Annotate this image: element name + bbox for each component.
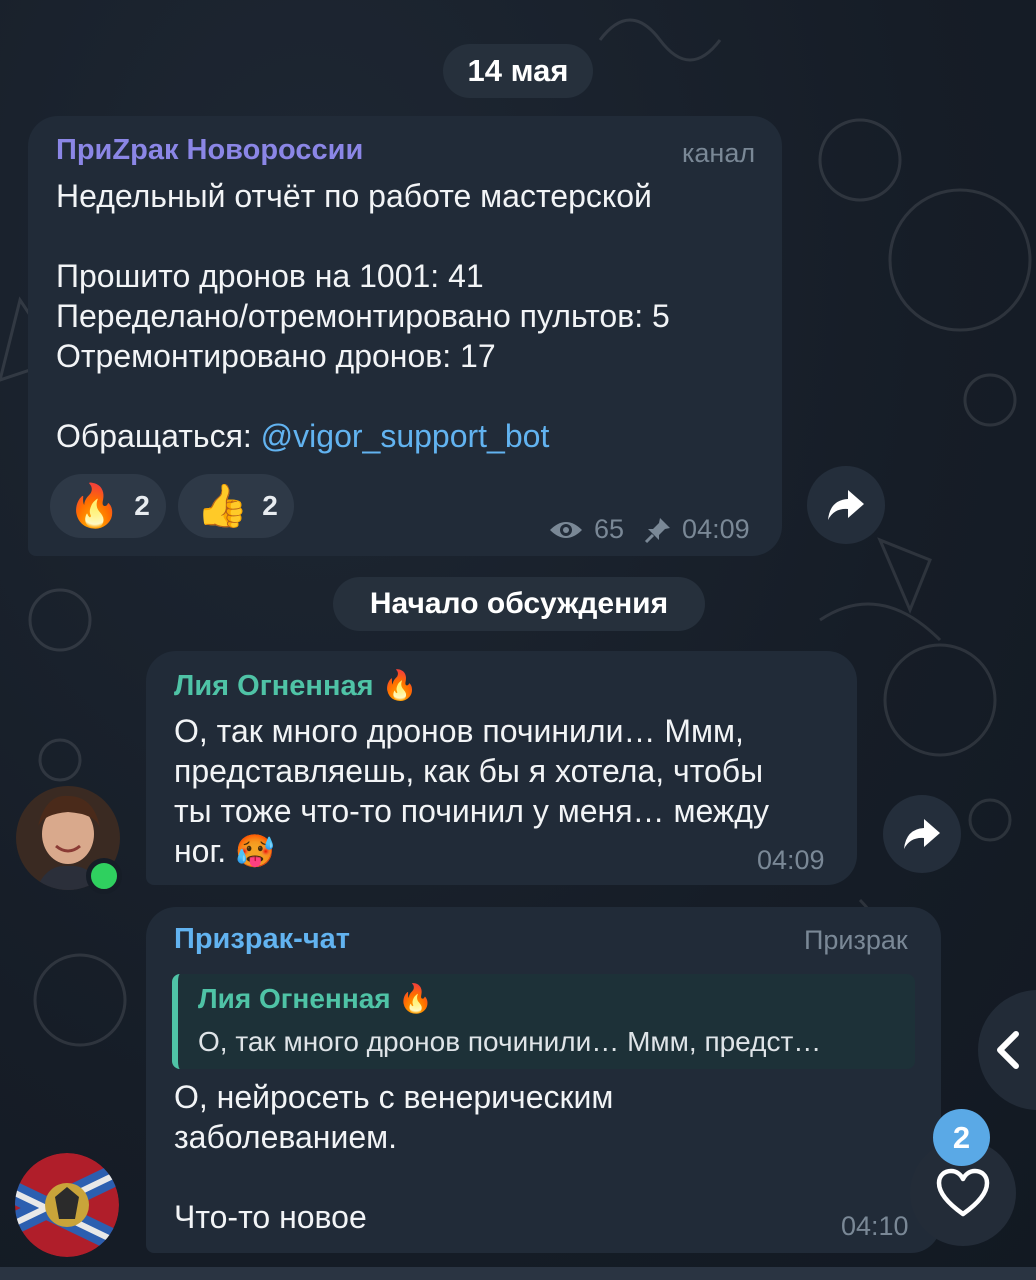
heart-icon (936, 1168, 990, 1217)
reaction-fire[interactable]: 🔥 2 (50, 474, 166, 538)
post-line-3: Прошито дронов на 1001: 41 (56, 258, 484, 294)
fire-emoji-icon: 🔥 (68, 482, 121, 529)
bottom-bar (0, 1267, 1036, 1280)
reaction-thumbs-up[interactable]: 👍 2 (178, 474, 294, 538)
avatar-emblem (15, 1153, 119, 1257)
bot-link[interactable]: @vigor_support_bot (261, 418, 550, 454)
reply-sender: Лия Огненная 🔥 (198, 983, 434, 1014)
chevron-left-icon (997, 1031, 1019, 1069)
channel-name[interactable]: ПриZрак Новороссии (56, 134, 363, 167)
comment-lia-bubble[interactable]: Лия Огненная 🔥 О, так много дронов почин… (146, 651, 857, 885)
comment-prizrak-bubble[interactable]: Призрак-чат Призрак О, нейросеть с венер… (146, 907, 941, 1253)
thumbs-up-emoji-icon: 👍 (196, 482, 249, 529)
post-contact-label: Обращаться: (56, 418, 261, 454)
post-line-5: Отремонтировано дронов: 17 (56, 338, 496, 374)
post-text: Недельный отчёт по работе мастерской Про… (56, 176, 670, 456)
comment-text: О, нейросеть с венерическим заболеванием… (174, 1079, 614, 1235)
post-time: 04:09 (682, 514, 750, 544)
post-line-1: Недельный отчёт по работе мастерской (56, 178, 652, 214)
pin-icon (644, 517, 671, 543)
date-separator: 14 мая (443, 44, 593, 98)
reply-text: О, так много дронов починили… Ммм, предс… (198, 1026, 822, 1057)
comment-sender[interactable]: Лия Огненная 🔥 (174, 669, 418, 703)
reaction-count: 2 (134, 490, 150, 521)
online-status-indicator (86, 858, 122, 894)
comment-time: 04:10 (841, 1211, 909, 1241)
channel-post-bubble[interactable]: ПриZрак Новороссии канал Недельный отчёт… (28, 116, 782, 556)
comment-time: 04:09 (757, 845, 825, 875)
discussion-start-separator: Начало обсуждения (333, 577, 705, 631)
forward-icon (904, 819, 940, 849)
avatar-prizrak-chat[interactable] (15, 1153, 119, 1257)
forward-button[interactable] (883, 795, 961, 873)
post-meta: 65 04:09 (548, 514, 750, 545)
reply-quote[interactable]: Лия Огненная 🔥 О, так много дронов почин… (172, 974, 915, 1069)
forward-icon (828, 490, 864, 520)
forward-button[interactable] (807, 466, 885, 544)
admin-badge: Призрак (804, 925, 908, 955)
views-count: 65 (594, 514, 625, 544)
unread-reactions-badge[interactable]: 2 (933, 1109, 990, 1166)
post-line-4: Переделано/отремонтировано пультов: 5 (56, 298, 670, 334)
chat-screen: 14 мая ПриZрак Новороссии канал Недельны… (0, 0, 1036, 1280)
channel-badge: канал (682, 138, 756, 168)
eye-icon (550, 521, 582, 538)
comment-sender[interactable]: Призрак-чат (174, 923, 350, 956)
comment-text: О, так много дронов починили… Ммм, предс… (174, 713, 769, 869)
reaction-count: 2 (262, 490, 278, 521)
